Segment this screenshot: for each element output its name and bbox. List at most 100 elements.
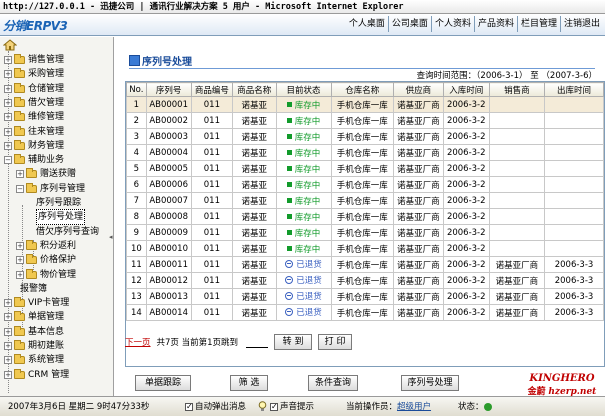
expand-icon[interactable]: +: [4, 342, 12, 350]
table-cell: AB00004: [145, 144, 192, 161]
nav-logout[interactable]: 注销退出: [559, 16, 603, 32]
sidebar-item[interactable]: + 系统管理: [4, 353, 64, 367]
nav-personal-profile[interactable]: 个人资料: [430, 16, 474, 32]
sidebar-item[interactable]: 序列号处理: [28, 209, 86, 226]
sidebar-item[interactable]: + 仓储管理: [4, 82, 64, 96]
sidebar-item[interactable]: + 物价管理: [16, 268, 76, 282]
sidebar-item[interactable]: + 财务管理: [4, 139, 64, 153]
expand-icon[interactable]: +: [16, 256, 24, 265]
filter-button[interactable]: 筛 选: [230, 375, 268, 391]
expand-icon[interactable]: +: [16, 241, 24, 250]
table-cell: 手机仓库一库: [330, 304, 395, 321]
column-header[interactable]: 销售商: [488, 82, 546, 97]
table-row[interactable]: 8 AB00008 011 诺基亚 库存中 手机仓库一库 诺基亚厂商 2006-3-2: [126, 208, 604, 225]
expand-icon[interactable]: +: [4, 141, 12, 150]
next-page-link[interactable]: 下一页: [125, 336, 151, 348]
column-header[interactable]: 仓库名称: [330, 82, 395, 97]
sidebar-item[interactable]: + 往来管理: [4, 125, 64, 139]
auto-popup-toggle[interactable]: 自动弹出消息: [185, 401, 246, 413]
expand-icon[interactable]: +: [16, 170, 24, 179]
sidebar-item[interactable]: + 积分返利: [16, 239, 76, 253]
expand-icon[interactable]: +: [4, 127, 12, 136]
sidebar-item[interactable]: + VIP卡管理: [4, 296, 69, 310]
nav-product-info[interactable]: 产品资料: [473, 16, 517, 32]
goto-button[interactable]: 转 到: [274, 334, 313, 350]
table-row[interactable]: 12 AB00012 011 诺基亚 已退货 手机仓库一库 诺基亚厂商 2006-3-2 诺基亚…: [126, 272, 604, 289]
column-header[interactable]: 目前状态: [275, 82, 332, 97]
sound-toggle[interactable]: 声音提示: [270, 401, 314, 413]
home-icon[interactable]: [3, 39, 17, 51]
sidebar-item[interactable]: + 借欠管理: [4, 96, 64, 110]
expand-icon[interactable]: +: [4, 313, 12, 322]
sidebar-item[interactable]: + 维修管理: [4, 110, 64, 124]
column-header[interactable]: 商品编号: [190, 82, 234, 97]
table-row[interactable]: 10 AB00010 011 诺基亚 库存中 手机仓库一库 诺基亚厂商 2006-3-2: [126, 240, 604, 257]
table-row[interactable]: 2 AB00002 011 诺基亚 库存中 手机仓库一库 诺基亚厂商 2006-3-2: [126, 112, 604, 129]
column-header[interactable]: 入库时间: [442, 82, 490, 97]
sidebar-item[interactable]: 借欠序列号查询: [28, 225, 99, 239]
expand-icon[interactable]: +: [16, 270, 24, 279]
returned-icon: [285, 292, 294, 300]
query-range: 查询时间范围：（2006-3-1） 至 （2007-3-6）: [416, 71, 597, 81]
expand-icon[interactable]: +: [4, 113, 12, 122]
sidebar-item[interactable]: + CRM 管理: [4, 368, 69, 382]
nav-column-manage[interactable]: 栏目管理: [516, 16, 560, 32]
sidebar-item[interactable]: + 赠送获赠: [16, 167, 76, 181]
nav-personal-desktop[interactable]: 个人桌面: [346, 16, 388, 32]
folder-icon: [14, 354, 25, 365]
table-cell: 011: [190, 192, 234, 209]
sidebar-item[interactable]: + 销售管理: [4, 53, 64, 67]
sidebar-item[interactable]: + 单据管理: [4, 310, 64, 324]
table-row[interactable]: 11 AB00011 011 诺基亚 已退货 手机仓库一库 诺基亚厂商 2006-3-2 诺基亚…: [126, 256, 604, 273]
sidebar-item[interactable]: + 基本信息: [4, 325, 64, 339]
collapse-icon[interactable]: −: [16, 184, 24, 193]
collapse-sidebar-icon[interactable]: ◂: [109, 227, 113, 247]
table-row[interactable]: 13 AB00013 011 诺基亚 已退货 手机仓库一库 诺基亚厂商 2006-3-2 诺基亚…: [126, 288, 604, 305]
column-header[interactable]: No.: [126, 82, 147, 97]
table-row[interactable]: 6 AB00006 011 诺基亚 库存中 手机仓库一库 诺基亚厂商 2006-3-2: [126, 176, 604, 193]
column-header[interactable]: 序列号: [145, 82, 192, 97]
table-row[interactable]: 5 AB00005 011 诺基亚 库存中 手机仓库一库 诺基亚厂商 2006-3-2: [126, 160, 604, 177]
conditional-query-button[interactable]: 条件查询: [308, 375, 358, 391]
document-track-button[interactable]: 单据跟踪: [135, 375, 191, 391]
table-row[interactable]: 4 AB00004 011 诺基亚 库存中 手机仓库一库 诺基亚厂商 2006-3-2: [126, 144, 604, 161]
sidebar-item[interactable]: + 期初建账: [4, 339, 64, 353]
sidebar-item-label: 财务管理: [28, 140, 65, 151]
column-header[interactable]: 商品名称: [232, 82, 277, 97]
status-text: 库存中: [294, 196, 321, 207]
expand-icon[interactable]: +: [4, 98, 12, 107]
table-cell: 011: [190, 272, 234, 289]
table-row[interactable]: 14 AB00014 011 诺基亚 已退货 手机仓库一库 诺基亚厂商 2006-3-2 诺基亚…: [126, 304, 604, 321]
expand-icon[interactable]: +: [4, 327, 12, 336]
table-cell: AB00013: [145, 288, 192, 305]
table-cell: 诺基亚厂商: [393, 192, 444, 209]
table-row[interactable]: 7 AB00007 011 诺基亚 库存中 手机仓库一库 诺基亚厂商 2006-3-2: [126, 192, 604, 209]
expand-icon[interactable]: +: [4, 299, 12, 308]
collapse-icon[interactable]: −: [4, 156, 12, 165]
column-header[interactable]: 供应商: [393, 82, 444, 97]
sidebar-item[interactable]: − 辅助业务: [4, 153, 64, 167]
print-button[interactable]: 打 印: [318, 334, 353, 350]
table-row[interactable]: 9 AB00009 011 诺基亚 库存中 手机仓库一库 诺基亚厂商 2006-3-2: [126, 224, 604, 241]
table-cell: 011: [190, 304, 234, 321]
sidebar-item[interactable]: − 序列号管理: [16, 182, 85, 196]
table-row[interactable]: 1 AB00001 011 诺基亚 库存中 手机仓库一库 诺基亚厂商 2006-3-2: [126, 96, 604, 113]
expand-icon[interactable]: +: [4, 84, 12, 93]
sidebar-item[interactable]: + 采购管理: [4, 67, 64, 81]
table-cell: [488, 176, 546, 193]
sidebar-item[interactable]: 序列号跟踪: [28, 196, 81, 210]
status-bar: 2007年3月6日 星期二 9时47分33秒 自动弹出消息 声音提示 当前操作员…: [0, 373, 605, 416]
expand-icon[interactable]: +: [4, 56, 12, 64]
table-row[interactable]: 3 AB00003 011 诺基亚 库存中 手机仓库一库 诺基亚厂商 2006-3-2: [126, 128, 604, 145]
column-header[interactable]: 出库时间: [544, 82, 604, 97]
operator-link[interactable]: 超级用户: [397, 402, 431, 412]
table-cell: [544, 192, 604, 209]
nav-company-desktop[interactable]: 公司桌面: [387, 16, 431, 32]
sidebar-item[interactable]: + 价格保护: [16, 253, 76, 267]
serial-process-button[interactable]: 序列号处理: [401, 375, 459, 391]
expand-icon[interactable]: +: [4, 370, 12, 379]
expand-icon[interactable]: +: [4, 356, 12, 365]
sidebar-item[interactable]: 报警簿: [16, 282, 47, 296]
expand-icon[interactable]: +: [4, 70, 12, 79]
page-number-input[interactable]: [246, 336, 269, 348]
